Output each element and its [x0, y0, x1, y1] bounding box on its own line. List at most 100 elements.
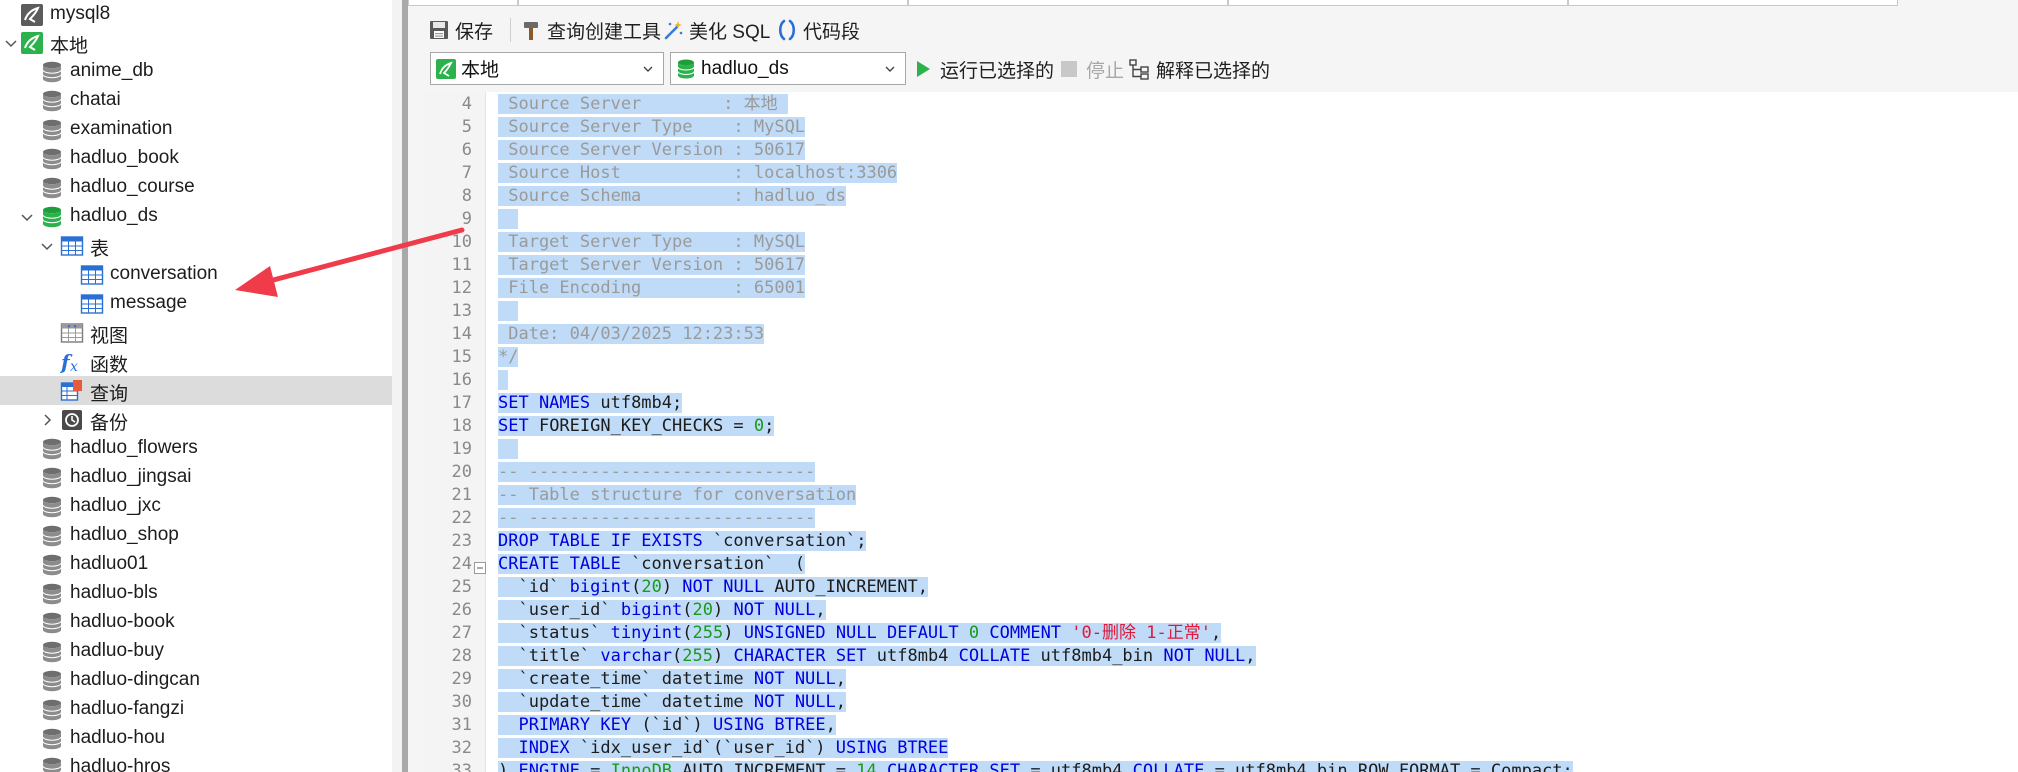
explain-selected-button[interactable]: 解释已选择的	[1128, 54, 1270, 84]
chevron-down-icon[interactable]	[4, 36, 18, 50]
tab-stub[interactable]	[518, 0, 908, 6]
code-token: ,	[835, 669, 847, 689]
tree-item-17[interactable]: hadluo_jxc	[0, 492, 392, 521]
tab-stub[interactable]	[1568, 0, 1898, 6]
tree-item-16[interactable]: hadluo_jingsai	[0, 463, 392, 492]
save-button[interactable]: 保存	[428, 15, 493, 45]
code-line[interactable]: 21 -- Table structure for conversation	[424, 484, 2018, 507]
code-line[interactable]: 10 Target Server Type : MySQL	[424, 231, 2018, 254]
tree-item-9[interactable]: conversation	[0, 260, 392, 289]
code-line[interactable]: 13	[424, 300, 2018, 323]
tree-item-4[interactable]: examination	[0, 115, 392, 144]
tree-item-5[interactable]: hadluo_book	[0, 144, 392, 173]
tree-item-19[interactable]: hadluo01	[0, 550, 392, 579]
code-line[interactable]: 20 -- ----------------------------	[424, 461, 2018, 484]
tree-item-3[interactable]: chatai	[0, 86, 392, 115]
line-number: 7	[461, 163, 472, 183]
code-token: utf8mb4;	[590, 393, 683, 413]
code-line[interactable]: 8 Source Schema : hadluo_ds	[424, 185, 2018, 208]
tab-stub[interactable]	[408, 0, 518, 6]
code-line[interactable]: 12 File Encoding : 65001	[424, 277, 2018, 300]
tree-item-21[interactable]: hadluo-book	[0, 608, 392, 637]
code-token: utf8mb4	[866, 646, 959, 666]
code-line[interactable]: 32 INDEX `idx_user_id`(`user_id`) USING …	[424, 737, 2018, 760]
code-line[interactable]: 6 Source Server Version : 50617	[424, 139, 2018, 162]
code-line[interactable]: 27 `status` tinyint(255) UNSIGNED NULL D…	[424, 622, 2018, 645]
code-token: NOT NULL	[682, 577, 765, 597]
code-line[interactable]: 30 `update_time` datetime NOT NULL,	[424, 691, 2018, 714]
code-line[interactable]: 29 `create_time` datetime NOT NULL,	[424, 668, 2018, 691]
tree-item-8[interactable]: 表	[0, 231, 392, 260]
chevron-right-icon[interactable]	[40, 413, 54, 427]
chevron-down-icon[interactable]	[20, 210, 34, 224]
code-token: 20	[641, 577, 662, 597]
stop-button[interactable]: 停止	[1058, 54, 1124, 84]
tree-item-15[interactable]: hadluo_flowers	[0, 434, 392, 463]
explain-icon	[1129, 59, 1149, 80]
fold-collapse-icon[interactable]	[474, 558, 486, 574]
database-icon	[40, 495, 64, 519]
code-line[interactable]: 26 `user_id` bigint(20) NOT NULL,	[424, 599, 2018, 622]
tab-stub[interactable]	[908, 0, 1228, 6]
database-icon	[40, 756, 64, 772]
line-number: 20	[451, 462, 472, 482]
run-selected-label: 运行已选择的	[940, 60, 1055, 82]
code-line[interactable]: 11 Target Server Version : 50617	[424, 254, 2018, 277]
tree-item-1[interactable]: 本地	[0, 28, 392, 57]
sql-editor[interactable]: 4 Source Server : 本地 5 Source Server Typ…	[424, 92, 2018, 772]
tree-item-23[interactable]: hadluo-dingcan	[0, 666, 392, 695]
beautify-sql-button[interactable]: 美化 SQL	[662, 15, 770, 45]
tree-item-label: 函数	[90, 355, 129, 376]
tree-item-7[interactable]: hadluo_ds	[0, 202, 392, 231]
run-selected-button[interactable]: 运行已选择的	[912, 54, 1054, 84]
code-line[interactable]: 22 -- ----------------------------	[424, 507, 2018, 530]
line-number: 33	[451, 761, 472, 772]
code-line[interactable]: 17 SET NAMES utf8mb4;	[424, 392, 2018, 415]
tree-item-14[interactable]: 备份	[0, 405, 392, 434]
tree-item-22[interactable]: hadluo-buy	[0, 637, 392, 666]
code-line[interactable]: 23 DROP TABLE IF EXISTS `conversation`;	[424, 530, 2018, 553]
code-line[interactable]: 31 PRIMARY KEY (`id`) USING BTREE,	[424, 714, 2018, 737]
tree-item-10[interactable]: message	[0, 289, 392, 318]
code-line[interactable]: 14 Date: 04/03/2025 12:23:53	[424, 323, 2018, 346]
code-snippet-button[interactable]: 代码段	[776, 15, 860, 45]
code-token: USING BTREE	[712, 715, 826, 735]
code-line[interactable]: 18 SET FOREIGN_KEY_CHECKS = 0;	[424, 415, 2018, 438]
tree-item-26[interactable]: hadluo-hros	[0, 753, 392, 772]
code-line[interactable]: 24 CREATE TABLE `conversation` (	[424, 553, 2018, 576]
tree-item-label: hadluo-buy	[70, 640, 165, 661]
tree-item-12[interactable]: f x 函数	[0, 347, 392, 376]
code-line[interactable]: 33) ENGINE = InnoDB AUTO_INCREMENT = 14 …	[424, 760, 2018, 772]
code-line[interactable]: 25 `id` bigint(20) NOT NULL AUTO_INCREME…	[424, 576, 2018, 599]
code-line[interactable]: 19	[424, 438, 2018, 461]
tab-stub[interactable]	[1228, 0, 1568, 6]
code-line[interactable]: 7 Source Host : localhost:3306	[424, 162, 2018, 185]
code-line[interactable]: 16	[424, 369, 2018, 392]
database-icon	[40, 640, 64, 664]
connection-select[interactable]: 本地	[430, 52, 664, 85]
code-line[interactable]: 4 Source Server : 本地	[424, 93, 2018, 116]
code-token: UNSIGNED NULL DEFAULT	[743, 623, 959, 643]
tree-item-label: hadluo_course	[70, 176, 195, 197]
code-line[interactable]: 28 `title` varchar(255) CHARACTER SET ut…	[424, 645, 2018, 668]
code-text: Source Server Version : 50617	[498, 139, 806, 162]
tree-item-6[interactable]: hadluo_course	[0, 173, 392, 202]
chevron-down-icon[interactable]	[40, 239, 54, 253]
tree-item-13[interactable]: 查询	[0, 376, 392, 405]
tree-item-24[interactable]: hadluo-fangzi	[0, 695, 392, 724]
tree-item-2[interactable]: anime_db	[0, 57, 392, 86]
tree-item-18[interactable]: hadluo_shop	[0, 521, 392, 550]
database-select[interactable]: hadluo_ds	[670, 52, 906, 85]
query-editor-pane: 保存 查询创建工具 美化 SQL 代码段 本地 hadluo_ds 运行已选择的…	[408, 0, 2018, 772]
tree-item-25[interactable]: hadluo-hou	[0, 724, 392, 753]
code-line[interactable]: 9	[424, 208, 2018, 231]
code-line[interactable]: 15 */	[424, 346, 2018, 369]
tree-item-0[interactable]: mysql8	[0, 0, 392, 29]
code-token: Date: 04/03/2025 12:23:53	[498, 324, 765, 344]
code-token: ;	[764, 416, 775, 436]
code-line[interactable]: 5 Source Server Type : MySQL	[424, 116, 2018, 139]
tree-item-20[interactable]: hadluo-bls	[0, 579, 392, 608]
query-builder-button[interactable]: 查询创建工具	[520, 15, 661, 45]
tree-item-label: hadluo_jxc	[70, 495, 161, 516]
tree-item-11[interactable]: 视图	[0, 318, 392, 347]
